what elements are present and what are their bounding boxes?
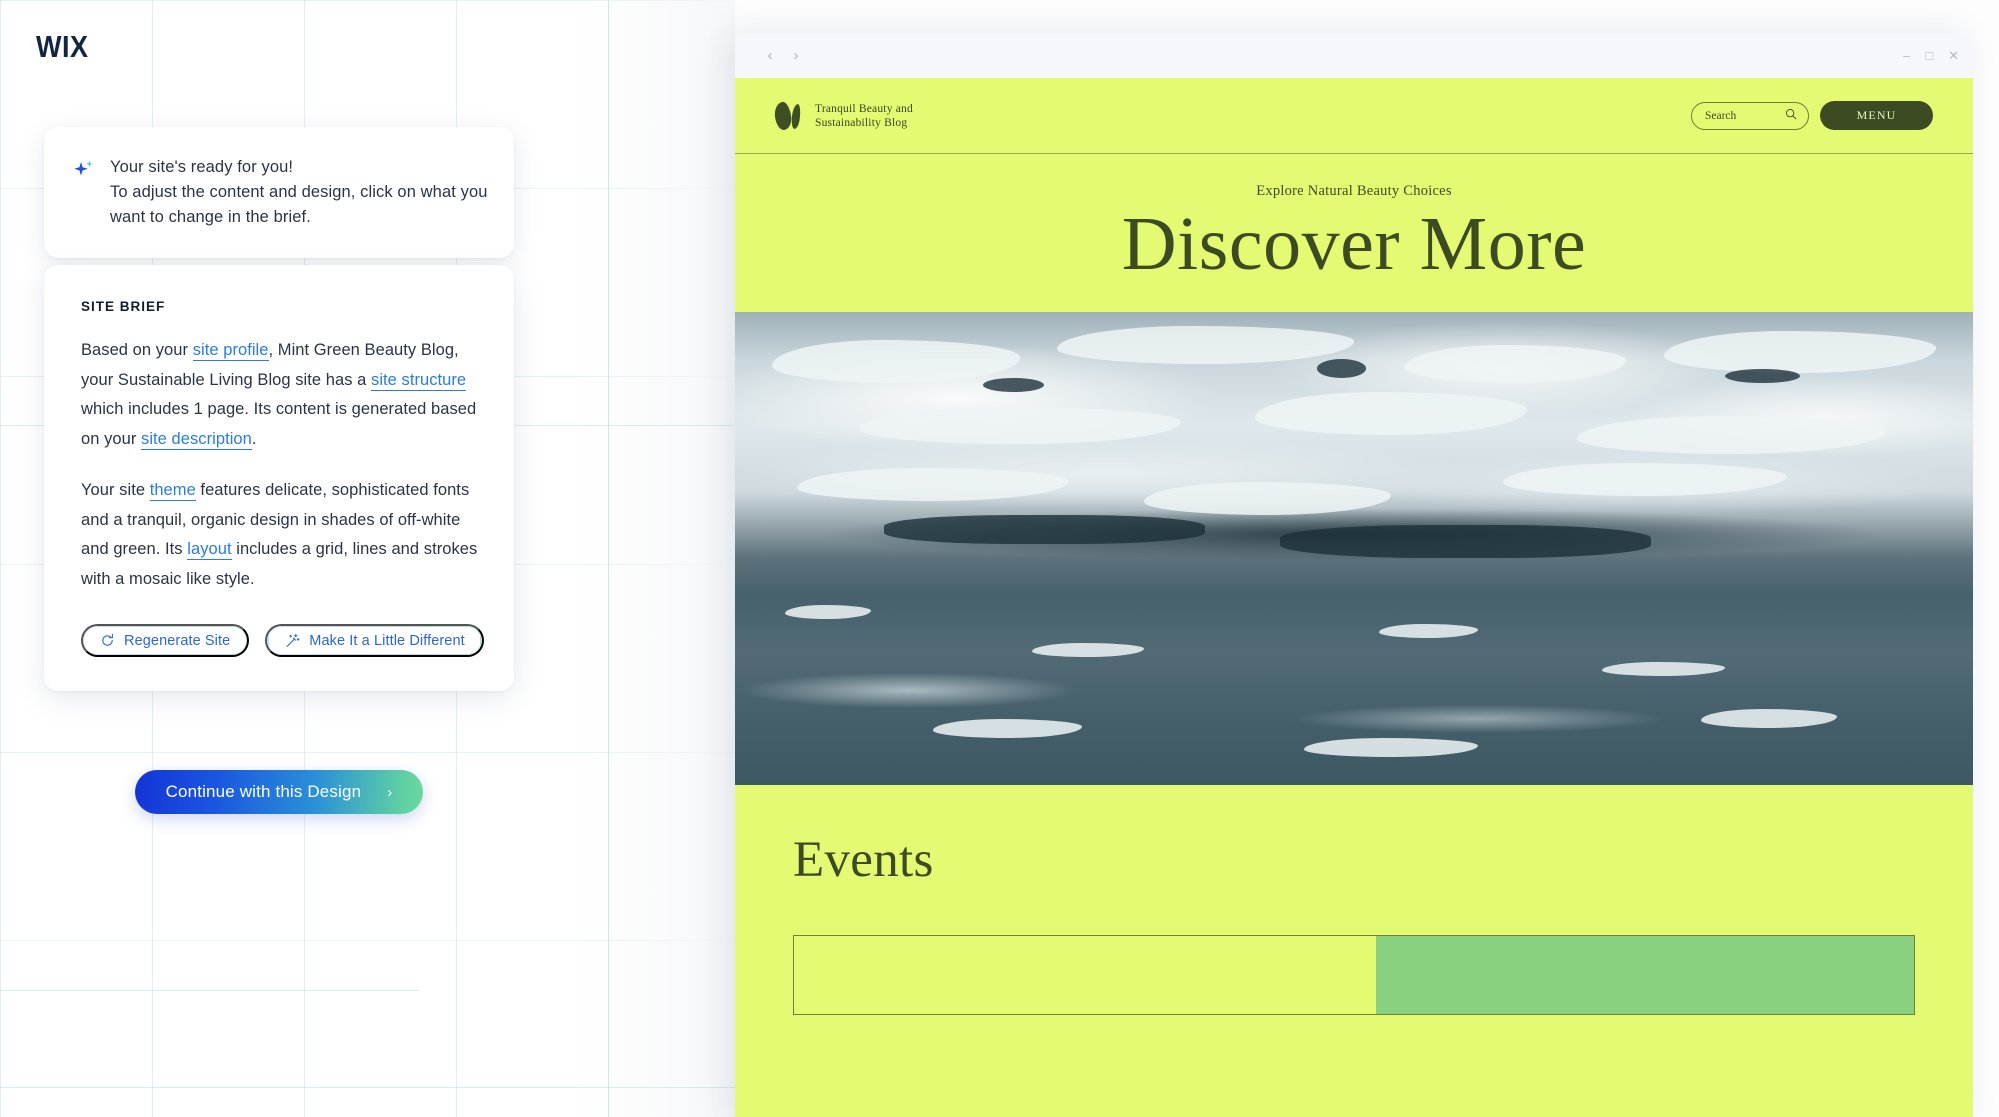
make-it-different-button[interactable]: Make It a Little Different (265, 624, 484, 657)
brief-action-buttons: Regenerate Site Make It a Little Differe… (81, 624, 484, 657)
make-it-different-label: Make It a Little Different (309, 632, 465, 649)
leaf-logo-icon (773, 100, 803, 132)
brand-name-line-1: Tranquil Beauty and (815, 102, 913, 115)
brief-paragraph-1: Based on your site profile, Mint Green B… (81, 336, 478, 454)
hero-eyebrow: Explore Natural Beauty Choices (1256, 182, 1452, 199)
continue-with-this-design-button[interactable]: Continue with this Design › (135, 770, 423, 814)
site-brief-card: SITE BRIEF Based on your site profile, M… (44, 265, 514, 691)
brief-p2-text-1: Your site (81, 481, 150, 499)
brief-paragraph-2: Your site theme features delicate, sophi… (81, 476, 478, 594)
cta-label: Continue with this Design (165, 782, 362, 801)
wix-logo[interactable]: WIX (36, 30, 89, 65)
search-input[interactable]: Search (1691, 101, 1809, 130)
brief-p1-text-1: Based on your (81, 341, 193, 359)
menu-button[interactable]: MENU (1820, 101, 1933, 130)
site-brief-heading: SITE BRIEF (81, 299, 166, 314)
website-brand[interactable]: Tranquil Beauty and Sustainability Blog (773, 100, 913, 132)
grid-line-horizontal (0, 1087, 735, 1088)
forward-button[interactable]: › (783, 43, 809, 69)
hero-landscape-image (735, 312, 1973, 785)
minimize-button[interactable]: – (1903, 49, 1910, 62)
brand-name-line-2: Sustainability Blog (815, 116, 908, 129)
preview-window-chrome: ‹ › – □ ✕ (735, 33, 1973, 78)
grid-line-vertical (608, 0, 609, 1117)
website-brand-name: Tranquil Beauty and Sustainability Blog (815, 102, 913, 130)
notice-line-2: To adjust the content and design, click … (110, 183, 488, 226)
events-title: Events (793, 832, 934, 888)
magic-wand-icon (284, 633, 300, 649)
regenerate-site-button[interactable]: Regenerate Site (81, 624, 250, 657)
website-hero: Explore Natural Beauty Choices Discover … (735, 154, 1973, 312)
link-site-structure[interactable]: site structure (371, 370, 467, 391)
chevron-right-icon: › (387, 783, 393, 801)
grid-line-horizontal (0, 990, 420, 991)
magnifier-icon (1785, 108, 1797, 123)
window-controls: – □ ✕ (1903, 33, 1959, 78)
hero-title: Discover More (1121, 201, 1587, 286)
notice-text: Your site's ready for you! To adjust the… (110, 155, 488, 230)
event-card-text-area (794, 936, 1377, 1014)
sparkle-icon (72, 159, 96, 183)
website-header: Tranquil Beauty and Sustainability Blog … (735, 78, 1973, 154)
link-theme[interactable]: theme (149, 481, 196, 501)
link-layout[interactable]: layout (187, 540, 232, 560)
events-section: Events (735, 785, 1973, 1117)
previewed-website: Tranquil Beauty and Sustainability Blog … (735, 78, 1973, 1117)
event-card-image-area (1376, 936, 1914, 1014)
notice-line-1: Your site's ready for you! (110, 158, 294, 176)
link-site-description[interactable]: site description (141, 429, 252, 450)
back-button[interactable]: ‹ (757, 43, 783, 69)
search-placeholder: Search (1705, 109, 1737, 122)
event-card[interactable] (793, 935, 1915, 1015)
refresh-icon (100, 633, 115, 648)
wix-ai-site-builder-screen: WIX Your site's ready for you! To adjust… (0, 0, 1999, 1117)
site-ready-notice-card: Your site's ready for you! To adjust the… (44, 127, 514, 258)
brief-p1-text-4: . (251, 429, 257, 448)
site-preview-window: ‹ › – □ ✕ Tranquil Beauty and Sustainabi… (735, 33, 1973, 1117)
regenerate-site-label: Regenerate Site (124, 632, 231, 649)
close-button[interactable]: ✕ (1948, 49, 1959, 62)
maximize-button[interactable]: □ (1925, 49, 1933, 62)
website-header-actions: Search MENU (1691, 101, 1933, 130)
link-site-profile[interactable]: site profile (192, 341, 269, 361)
